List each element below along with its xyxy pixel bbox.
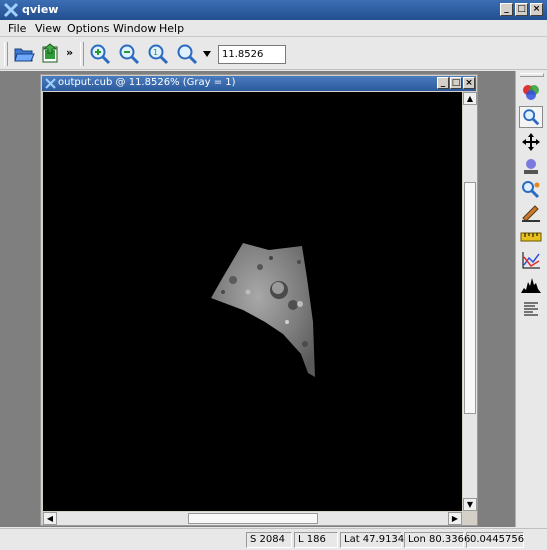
zoom-out-icon[interactable] (117, 42, 141, 66)
toolbar-grip[interactable] (4, 42, 8, 66)
zoom-input[interactable] (218, 45, 286, 64)
menu-view[interactable]: View (35, 22, 61, 35)
pan-tool-icon[interactable] (519, 131, 543, 153)
viewport-minimize-button[interactable]: _ (437, 77, 449, 89)
scroll-right-button[interactable]: ▶ (448, 512, 462, 525)
viewport-titlebar[interactable]: output.cub @ 11.8526% (Gray = 1) _ □ × (42, 76, 476, 91)
histogram-tool-icon[interactable] (519, 274, 543, 296)
band-select-icon[interactable] (519, 81, 543, 103)
zoom-actual-icon[interactable]: 1 (146, 42, 170, 66)
status-pixel-value: 0.0445756 (466, 532, 524, 548)
chevron-down-icon[interactable] (203, 51, 211, 57)
edit-tool-icon[interactable] (519, 202, 543, 224)
qview-logo-icon (3, 2, 19, 18)
viewport-maximize-button[interactable]: □ (450, 77, 462, 89)
viewport-title: output.cub @ 11.8526% (Gray = 1) (58, 77, 236, 88)
find-tool-icon[interactable] (519, 179, 543, 201)
toolbar-grip-2[interactable] (80, 42, 84, 66)
status-sample: S 2084 (246, 532, 292, 548)
vertical-scrollbar[interactable]: ▲ ▼ (463, 92, 477, 511)
minimize-button[interactable]: _ (500, 3, 513, 16)
status-longitude: Lon 80.3366 (404, 532, 470, 548)
vertical-scroll-thumb[interactable] (464, 182, 476, 414)
tool-panel (515, 71, 547, 527)
menu-options[interactable]: Options (67, 22, 109, 35)
tool-panel-grip[interactable] (520, 73, 544, 77)
export-icon[interactable] (38, 42, 62, 66)
status-line: L 186 (294, 532, 338, 548)
svg-text:1: 1 (153, 48, 158, 57)
lunar-image (211, 243, 315, 377)
statusbar: S 2084 L 186 Lat 47.9134 Lon 80.3366 0.0… (0, 528, 547, 550)
menu-help[interactable]: Help (159, 22, 184, 35)
main-titlebar: qview _ □ × (0, 0, 547, 20)
image-canvas[interactable] (43, 92, 462, 511)
horizontal-scroll-thumb[interactable] (188, 513, 318, 524)
viewport-icon (45, 78, 56, 89)
zoom-in-icon[interactable] (88, 42, 112, 66)
maximize-button[interactable]: □ (515, 3, 528, 16)
measure-tool-icon[interactable] (519, 226, 543, 248)
horizontal-scrollbar[interactable]: ◀ ▶ (43, 512, 462, 525)
zoom-tool-icon[interactable] (519, 106, 543, 128)
cube-viewport-window: output.cub @ 11.8526% (Gray = 1) _ □ × ▲… (40, 74, 478, 526)
status-latitude: Lat 47.9134 (340, 532, 404, 548)
advanced-tracking-icon[interactable] (519, 298, 543, 320)
window-title: qview (22, 3, 59, 16)
zoom-fit-icon[interactable] (175, 42, 199, 66)
viewport-close-button[interactable]: × (463, 77, 475, 89)
toolbar-overflow[interactable]: » (66, 46, 73, 59)
open-file-icon[interactable] (12, 42, 36, 66)
plot-tool-icon[interactable] (519, 249, 543, 271)
close-button[interactable]: × (530, 3, 543, 16)
scroll-left-button[interactable]: ◀ (43, 512, 57, 525)
menu-file[interactable]: File (8, 22, 26, 35)
menubar: File View Options Window Help (0, 20, 547, 37)
scroll-up-button[interactable]: ▲ (463, 92, 477, 105)
scroll-down-button[interactable]: ▼ (463, 498, 477, 511)
menu-window[interactable]: Window (113, 22, 156, 35)
stretch-tool-icon[interactable] (519, 156, 543, 178)
